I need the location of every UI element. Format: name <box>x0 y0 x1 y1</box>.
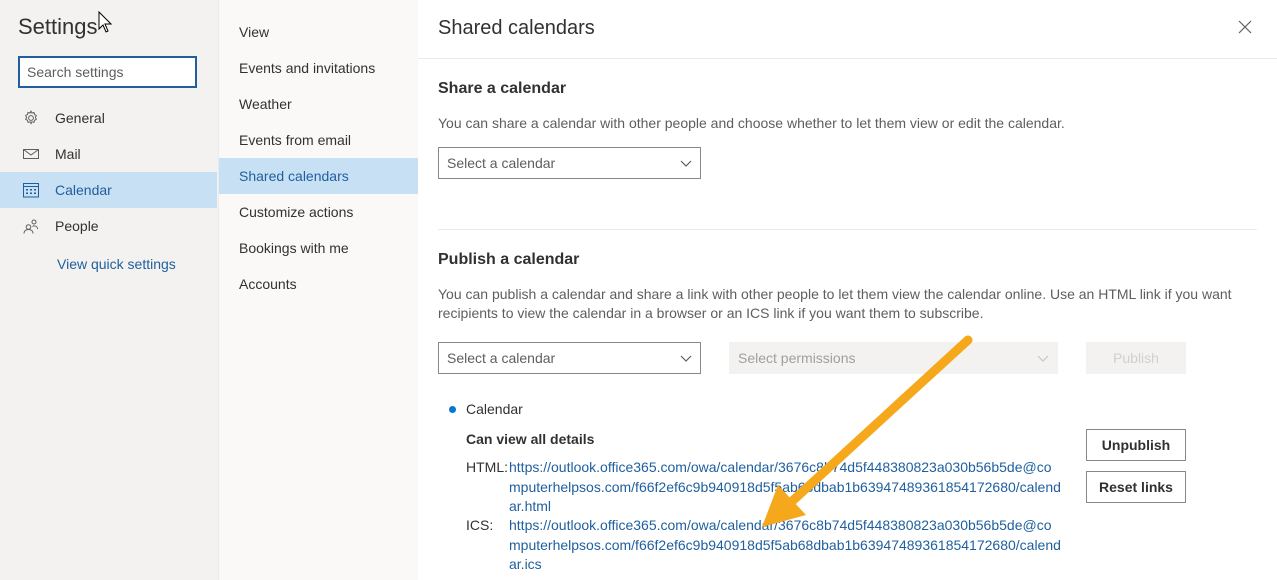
subnav-item-customize-actions[interactable]: Customize actions <box>219 194 418 230</box>
nav-item-people[interactable]: People <box>0 208 217 244</box>
annotation-arrow-icon <box>762 335 973 527</box>
settings-nav-panel: Settings General Mail Calendar People Vi… <box>0 0 218 580</box>
share-select-calendar-dropdown[interactable]: Select a calendar <box>438 147 701 179</box>
chevron-down-icon <box>680 155 692 171</box>
search-settings-input[interactable] <box>18 56 197 88</box>
settings-title: Settings <box>18 14 98 39</box>
mouse-cursor-icon <box>98 11 112 33</box>
share-calendar-heading: Share a calendar <box>438 80 567 97</box>
subnav-item-shared-calendars[interactable]: Shared calendars <box>219 158 418 194</box>
nav-item-calendar[interactable]: Calendar <box>0 172 217 208</box>
bullet-icon <box>449 406 456 413</box>
close-icon[interactable] <box>1235 17 1255 37</box>
people-icon <box>22 217 40 235</box>
section-divider <box>438 229 1257 230</box>
unpublish-button[interactable]: Unpublish <box>1086 429 1186 461</box>
subnav-item-view[interactable]: View <box>219 14 418 50</box>
page-title: Shared calendars <box>438 17 595 39</box>
view-quick-settings-link[interactable]: View quick settings <box>57 256 176 272</box>
gear-icon <box>22 109 40 127</box>
nav-item-label: Calendar <box>55 182 112 198</box>
nav-item-label: General <box>55 110 105 126</box>
calendar-settings-subnav: View Events and invitations Weather Even… <box>218 0 418 580</box>
publish-select-calendar-dropdown[interactable]: Select a calendar <box>438 342 701 374</box>
permission-level: Can view all details <box>466 431 595 447</box>
nav-item-general[interactable]: General <box>0 100 217 136</box>
reset-links-button[interactable]: Reset links <box>1086 471 1186 503</box>
subnav-item-events-from-email[interactable]: Events from email <box>219 122 418 158</box>
publish-button[interactable]: Publish <box>1086 342 1186 374</box>
publish-calendar-description: You can publish a calendar and share a l… <box>438 286 1232 321</box>
mail-icon <box>22 145 40 163</box>
published-calendar-name: Calendar <box>466 401 523 417</box>
nav-item-label: Mail <box>55 146 81 162</box>
header-divider <box>418 58 1277 59</box>
subnav-item-accounts[interactable]: Accounts <box>219 266 418 302</box>
share-calendar-description: You can share a calendar with other peop… <box>438 115 1065 131</box>
subnav-item-weather[interactable]: Weather <box>219 86 418 122</box>
subnav-item-events-and-invitations[interactable]: Events and invitations <box>219 50 418 86</box>
chevron-down-icon <box>1037 350 1049 366</box>
chevron-down-icon <box>680 350 692 366</box>
dropdown-value: Select a calendar <box>447 155 556 171</box>
dropdown-value: Select a calendar <box>447 350 556 366</box>
shared-calendars-pane: Shared calendars Share a calendar You ca… <box>418 0 1277 580</box>
html-link-label: HTML: <box>466 459 508 475</box>
nav-item-label: People <box>55 218 99 234</box>
calendar-icon <box>22 181 40 199</box>
ics-link-label: ICS: <box>466 517 494 533</box>
publish-calendar-heading: Publish a calendar <box>438 251 580 268</box>
nav-item-mail[interactable]: Mail <box>0 136 217 172</box>
subnav-item-bookings-with-me[interactable]: Bookings with me <box>219 230 418 266</box>
